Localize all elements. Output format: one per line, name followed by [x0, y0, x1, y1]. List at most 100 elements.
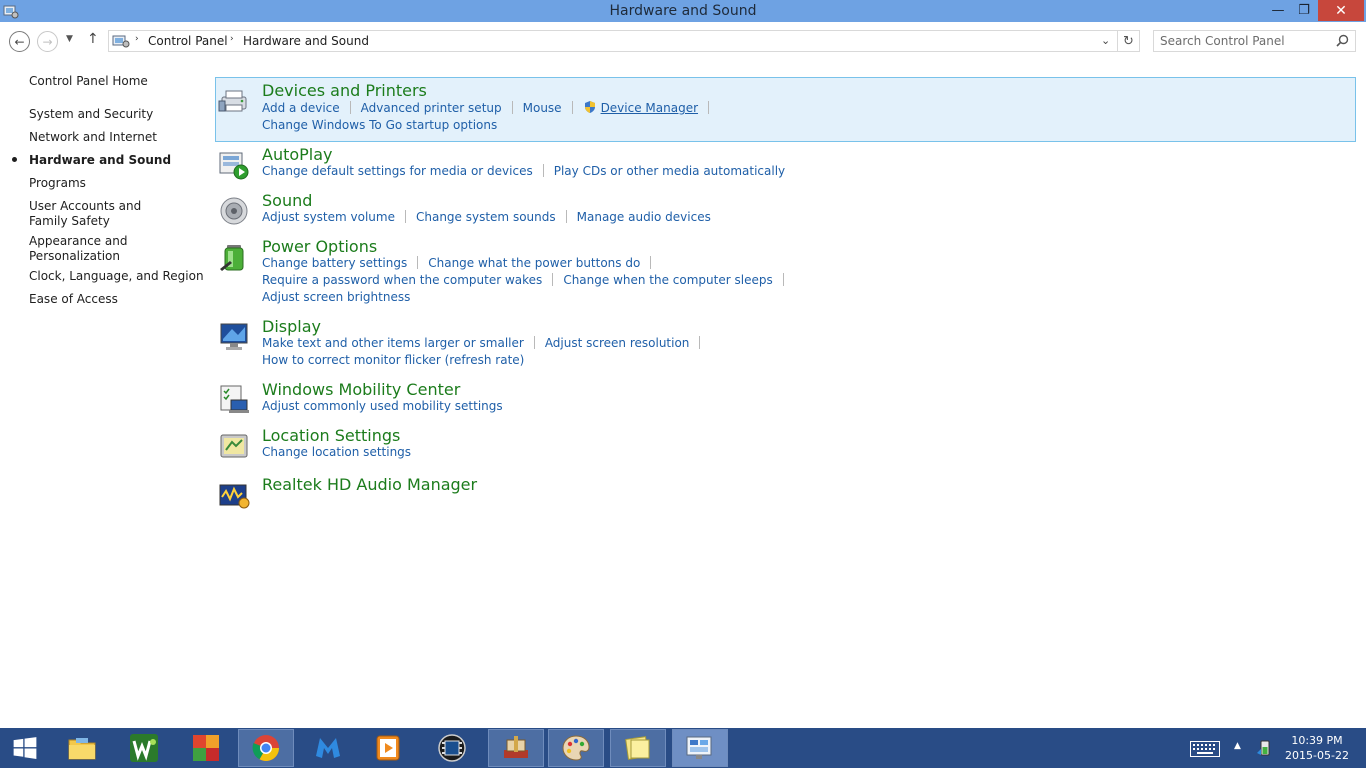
adjust-volume-link[interactable]: Adjust system volume — [262, 210, 395, 224]
category-title[interactable]: Realtek HD Audio Manager — [262, 475, 477, 494]
windows-to-go-link[interactable]: Change Windows To Go startup options — [262, 118, 497, 132]
change-system-sounds-link[interactable]: Change system sounds — [416, 210, 556, 224]
realtek-audio-icon[interactable] — [218, 479, 250, 511]
taskbar-w-app[interactable] — [116, 729, 172, 767]
taskbar-sticky-notes[interactable] — [610, 729, 666, 767]
separator — [404, 210, 406, 223]
window-title: Hardware and Sound — [609, 3, 757, 19]
forward-button[interactable]: → — [37, 31, 58, 52]
mobility-settings-link[interactable]: Adjust commonly used mobility settings — [262, 399, 503, 413]
link-row: Adjust commonly used mobility settings — [262, 399, 503, 413]
search-icon[interactable] — [1336, 34, 1349, 47]
sidebar-item-ease-of-access[interactable]: Ease of Access — [29, 292, 118, 307]
taskbar-video-app[interactable] — [424, 729, 480, 767]
battery-settings-link[interactable]: Change battery settings — [262, 256, 407, 270]
taskbar-media-player[interactable] — [360, 729, 416, 767]
advanced-printer-setup-link[interactable]: Advanced printer setup — [361, 101, 502, 115]
add-device-link[interactable]: Add a device — [262, 101, 340, 115]
show-hidden-icons-button[interactable]: ▲ — [1234, 741, 1241, 751]
category-title[interactable]: Sound — [262, 191, 312, 210]
monitor-flicker-link[interactable]: How to correct monitor flicker (refresh … — [262, 353, 524, 367]
category-title[interactable]: Display — [262, 317, 321, 336]
w-app-icon — [130, 734, 158, 762]
sidebar-item-hardware-and-sound[interactable]: Hardware and Sound — [29, 153, 171, 168]
back-button[interactable]: ← — [9, 31, 30, 52]
control-panel-icon — [112, 35, 130, 48]
minimize-button[interactable]: — — [1265, 0, 1291, 21]
taskbar-tile-app[interactable] — [178, 729, 234, 767]
separator — [511, 101, 513, 114]
separator — [650, 256, 652, 269]
device-manager-link[interactable]: Device Manager — [601, 101, 698, 115]
sidebar-item-control-panel-home[interactable]: Control Panel Home — [29, 74, 148, 89]
start-button[interactable] — [0, 729, 50, 767]
sidebar-item-programs[interactable]: Programs — [29, 176, 86, 191]
sidebar-item-appearance[interactable]: Appearance and Personalization — [29, 234, 139, 264]
search-input[interactable] — [1160, 33, 1330, 49]
sidebar-item-network-and-internet[interactable]: Network and Internet — [29, 130, 157, 145]
breadcrumb-separator-icon[interactable]: › — [135, 34, 139, 44]
printer-icon[interactable] — [218, 85, 250, 117]
require-password-link[interactable]: Require a password when the computer wak… — [262, 273, 542, 287]
separator — [542, 164, 544, 177]
category-title[interactable]: AutoPlay — [262, 145, 333, 164]
category-title[interactable]: Power Options — [262, 237, 377, 256]
separator — [417, 256, 419, 269]
address-dropdown-icon[interactable]: ⌄ — [1101, 34, 1110, 47]
manage-audio-devices-link[interactable]: Manage audio devices — [577, 210, 711, 224]
keyboard-icon[interactable] — [1190, 741, 1220, 757]
taskbar-file-explorer[interactable] — [54, 729, 110, 767]
monitor-icon[interactable] — [218, 321, 250, 353]
battery-icon[interactable] — [218, 241, 250, 273]
category-title[interactable]: Devices and Printers — [262, 81, 427, 100]
up-button[interactable]: ↑ — [87, 31, 99, 47]
play-cds-link[interactable]: Play CDs or other media automatically — [554, 164, 785, 178]
link-row: Require a password when the computer wak… — [262, 273, 794, 287]
speaker-icon[interactable] — [218, 195, 250, 227]
system-clock[interactable]: 10:39 PM 2015-05-22 — [1284, 733, 1350, 763]
sidebar-item-user-accounts[interactable]: User Accounts and Family Safety — [29, 199, 179, 229]
link-row: Add a device Advanced printer setup Mouse D… — [262, 100, 719, 115]
uac-shield-icon — [584, 101, 595, 113]
refresh-button[interactable]: ↻ — [1117, 31, 1139, 51]
taskbar-paint[interactable] — [548, 729, 604, 767]
breadcrumb-control-panel[interactable]: Control Panel — [148, 34, 228, 48]
sidebar-item-system-and-security[interactable]: System and Security — [29, 107, 153, 122]
location-settings-link[interactable]: Change location settings — [262, 445, 411, 459]
mobility-center-icon[interactable] — [218, 384, 250, 416]
malwarebytes-icon — [316, 738, 340, 758]
breadcrumb-separator-icon[interactable]: › — [230, 34, 234, 44]
category-title[interactable]: Location Settings — [262, 426, 400, 445]
recent-locations-button[interactable]: ▼ — [66, 34, 73, 44]
location-icon[interactable] — [218, 430, 250, 462]
text-size-link[interactable]: Make text and other items larger or smal… — [262, 336, 524, 350]
taskbar-malwarebytes[interactable] — [300, 729, 356, 767]
separator — [565, 210, 567, 223]
clock-date: 2015-05-22 — [1285, 749, 1349, 762]
chrome-icon — [252, 735, 280, 762]
power-buttons-link[interactable]: Change what the power buttons do — [428, 256, 640, 270]
mouse-link[interactable]: Mouse — [523, 101, 562, 115]
autoplay-icon[interactable] — [218, 149, 250, 181]
link-row: Change default settings for media or dev… — [262, 164, 785, 178]
sidebar-item-clock-language-region[interactable]: Clock, Language, and Region — [29, 269, 204, 284]
taskbar-archive-app[interactable] — [488, 729, 544, 767]
screen-brightness-link[interactable]: Adjust screen brightness — [262, 290, 410, 304]
screen-resolution-link[interactable]: Adjust screen resolution — [545, 336, 690, 350]
autoplay-default-settings-link[interactable]: Change default settings for media or dev… — [262, 164, 533, 178]
taskbar-chrome[interactable] — [238, 729, 294, 767]
breadcrumb-hardware-and-sound[interactable]: Hardware and Sound — [243, 34, 369, 48]
category-title[interactable]: Windows Mobility Center — [262, 380, 460, 399]
title-bar: Hardware and Sound — ❐ ✕ — [0, 0, 1366, 22]
link-row: Change location settings — [262, 445, 411, 459]
search-box[interactable] — [1153, 30, 1356, 52]
taskbar: ▲ 10:39 PM 2015-05-22 — [0, 728, 1366, 768]
address-bar[interactable]: › Control Panel › Hardware and Sound ⌄ ↻ — [108, 30, 1140, 52]
taskbar-control-panel[interactable] — [672, 729, 728, 767]
folder-icon — [68, 738, 96, 760]
power-plug-icon[interactable] — [1255, 739, 1273, 757]
computer-sleeps-link[interactable]: Change when the computer sleeps — [563, 273, 772, 287]
sticky-notes-icon — [625, 736, 650, 760]
restore-button[interactable]: ❐ — [1291, 0, 1317, 21]
close-button[interactable]: ✕ — [1318, 0, 1364, 21]
